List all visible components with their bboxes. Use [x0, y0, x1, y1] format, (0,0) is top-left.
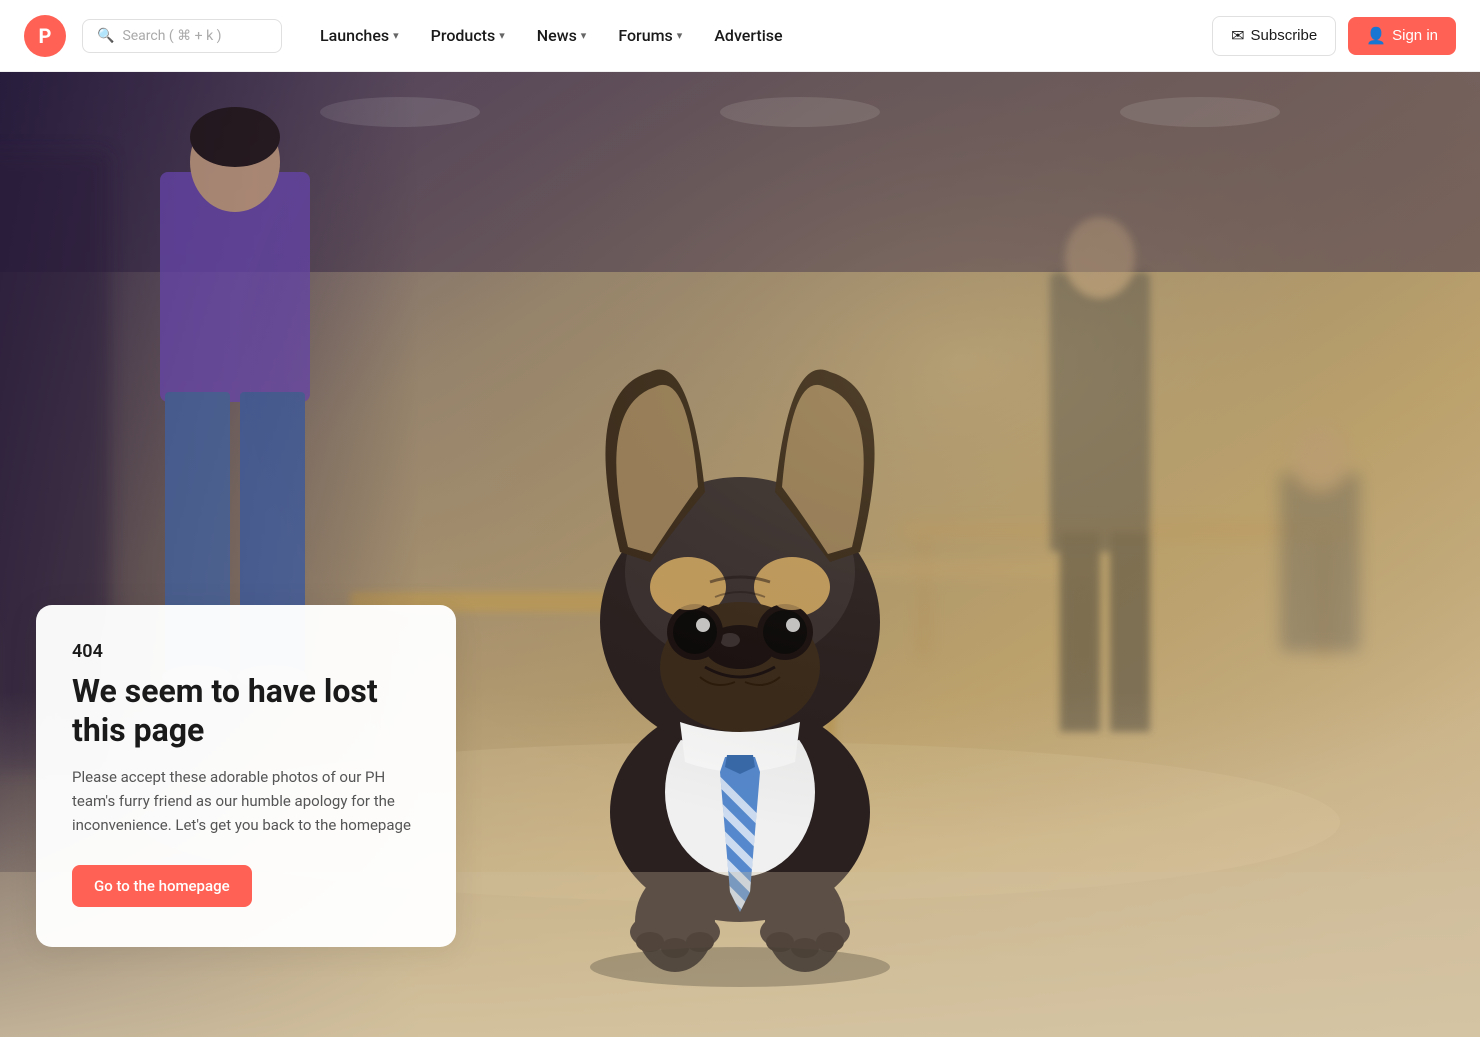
chevron-down-icon: ▾ [499, 29, 505, 42]
search-placeholder: Search ( ⌘ + k ) [122, 28, 221, 44]
chevron-down-icon: ▾ [581, 29, 587, 42]
error-code: 404 [72, 641, 420, 662]
chevron-down-icon: ▾ [393, 29, 399, 42]
nav-item-forums[interactable]: Forums ▾ [604, 18, 696, 53]
nav-item-news[interactable]: News ▾ [523, 18, 601, 53]
error-card: 404 We seem to have lost this page Pleas… [36, 605, 456, 947]
nav-item-advertise[interactable]: Advertise [700, 18, 796, 53]
nav-links: Launches ▾ Products ▾ News ▾ Forums ▾ Ad… [306, 18, 1204, 53]
nav-item-launches[interactable]: Launches ▾ [306, 18, 413, 53]
error-title: We seem to have lost this page [72, 672, 420, 749]
nav-item-products[interactable]: Products ▾ [417, 18, 519, 53]
chevron-down-icon: ▾ [677, 29, 683, 42]
nav-right-actions: ✉ Subscribe 👤 Sign in [1212, 16, 1456, 56]
error-description: Please accept these adorable photos of o… [72, 765, 420, 837]
search-box[interactable]: 🔍 Search ( ⌘ + k ) [82, 19, 282, 53]
navbar: P 🔍 Search ( ⌘ + k ) Launches ▾ Products… [0, 0, 1480, 72]
subscribe-button[interactable]: ✉ Subscribe [1212, 16, 1336, 56]
person-icon: 👤 [1366, 26, 1386, 46]
site-logo[interactable]: P [24, 15, 66, 57]
go-to-homepage-button[interactable]: Go to the homepage [72, 865, 252, 907]
signin-button[interactable]: 👤 Sign in [1348, 17, 1456, 55]
search-icon: 🔍 [97, 28, 114, 44]
subscribe-icon: ✉ [1231, 26, 1244, 46]
